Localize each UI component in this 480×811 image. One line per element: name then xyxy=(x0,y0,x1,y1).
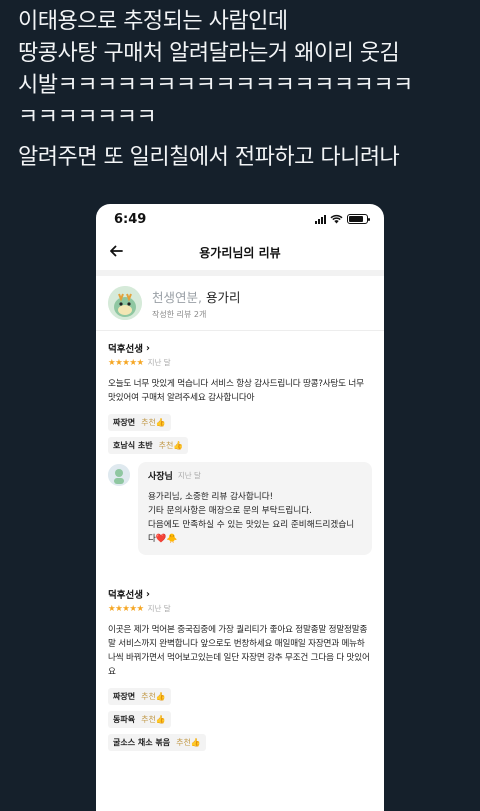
thumbs-up-icon: 👍 xyxy=(173,441,184,450)
tweet-line: 땅콩사탕 구매처 알려달라는거 왜이리 웃김 xyxy=(18,41,400,66)
tweet-line: ㅋㅋㅋㅋㅋㅋㅋ xyxy=(18,105,157,130)
review-author-link[interactable]: 덕후선생 › xyxy=(108,587,372,602)
tweet-text: 이태용으로 추정되는 사람인데 땅콩사탕 구매처 알려달라는거 왜이리 웃김 시… xyxy=(18,6,468,174)
star-rating: ★★★★★ xyxy=(108,603,144,614)
profile-header: 천생연분, 용가리 작성한 리뷰 2개 xyxy=(96,276,384,331)
recommend-label: 추천👍 xyxy=(141,692,166,701)
owner-reply: 사장님 지난 달 용가리님, 소중한 리뷰 감사합니다! 기타 문의사항은 매장… xyxy=(108,462,372,555)
review-date: 지난 달 xyxy=(147,358,171,367)
review-text: 이곳은 제가 먹어본 중국집중에 가장 퀄리티가 좋아요 정말종말 정말정말종말… xyxy=(108,625,370,677)
review-item: 덕후선생 › ★★★★★ 지난 달 이곳은 제가 먹어본 중국집중에 가장 퀄리티… xyxy=(96,577,384,751)
owner-reply-text: 용가리님, 소중한 리뷰 감사합니다! 기타 문의사항은 매장으로 문의 부탁드… xyxy=(148,492,355,544)
menu-tag[interactable]: 호남식 초반 추천👍 xyxy=(108,437,189,454)
review-text: 오늘도 너무 맛있게 먹습니다 서비스 항상 감사드립니다 땅콩?사탕도 너무 … xyxy=(108,379,364,403)
embedded-phone-screenshot[interactable]: 6:49 용가리님의 리뷰 천생연분, 용가리 작성한 리뷰 2개 덕후선생 ›… xyxy=(96,204,384,811)
status-time: 6:49 xyxy=(114,211,147,227)
thumbs-up-icon: 👍 xyxy=(155,692,166,701)
owner-avatar-icon xyxy=(108,464,130,486)
wifi-icon xyxy=(330,214,343,224)
tweet-line: 이태용으로 추정되는 사람인데 xyxy=(18,9,288,34)
dragon-avatar-icon xyxy=(108,286,142,320)
cellular-signal-icon xyxy=(315,214,326,224)
star-rating: ★★★★★ xyxy=(108,357,144,368)
menu-tag[interactable]: 굴소스 채소 볶음 추천👍 xyxy=(108,734,206,751)
thumbs-up-icon: 👍 xyxy=(155,715,166,724)
profile-title-prefix: 천생연분, xyxy=(152,289,202,305)
menu-tag[interactable]: 짜장면 추천👍 xyxy=(108,688,171,705)
nav-bar: 용가리님의 리뷰 xyxy=(96,234,384,270)
menu-name: 굴소스 채소 볶음 xyxy=(113,738,171,747)
status-icons xyxy=(315,214,370,224)
recommend-label: 추천👍 xyxy=(141,715,166,724)
back-arrow-icon[interactable] xyxy=(108,243,124,259)
owner-name: 사장님 xyxy=(148,472,173,482)
review-author-link[interactable]: 덕후선생 › xyxy=(108,341,372,356)
battery-icon xyxy=(347,214,370,224)
chevron-right-icon: › xyxy=(145,588,150,600)
review-item: 덕후선생 › ★★★★★ 지난 달 오늘도 너무 맛있게 먹습니다 서비스 항상 … xyxy=(96,331,384,555)
menu-name: 짜장면 xyxy=(113,418,136,427)
thumbs-up-icon: 👍 xyxy=(190,738,201,747)
avatar[interactable] xyxy=(108,286,142,320)
recommend-label: 추천👍 xyxy=(141,418,166,427)
chevron-right-icon: › xyxy=(145,342,150,354)
owner-reply-bubble: 사장님 지난 달 용가리님, 소중한 리뷰 감사합니다! 기타 문의사항은 매장… xyxy=(138,462,372,555)
owner-avatar xyxy=(108,464,130,486)
menu-name: 호남식 초반 xyxy=(113,441,153,450)
menu-tag[interactable]: 짜장면 추천👍 xyxy=(108,414,171,431)
tweet-line: 알려주면 또 일리칠에서 전파하고 다니려나 xyxy=(18,145,400,170)
menu-tag[interactable]: 동파육 추천👍 xyxy=(108,711,171,728)
status-bar: 6:49 xyxy=(96,204,384,234)
owner-reply-date: 지난 달 xyxy=(177,471,201,480)
review-count: 작성한 리뷰 2개 xyxy=(152,309,207,319)
tweet-line: 시발ㅋㅋㅋㅋㅋㅋㅋㅋㅋㅋㅋㅋㅋㅋㅋㅋㅋㅋ xyxy=(18,73,413,98)
recommend-label: 추천👍 xyxy=(158,441,184,450)
menu-name: 짜장면 xyxy=(113,692,136,701)
profile-name: 천생연분, 용가리 xyxy=(152,287,240,306)
review-author-name: 덕후선생 xyxy=(108,344,143,355)
thumbs-up-icon: 👍 xyxy=(155,418,166,427)
recommend-label: 추천👍 xyxy=(176,738,201,747)
review-author-name: 덕후선생 xyxy=(108,590,143,601)
profile-nickname: 용가리 xyxy=(201,289,241,305)
menu-name: 동파육 xyxy=(113,715,136,724)
review-date: 지난 달 xyxy=(147,604,171,613)
page-title: 용가리님의 리뷰 xyxy=(199,245,281,260)
